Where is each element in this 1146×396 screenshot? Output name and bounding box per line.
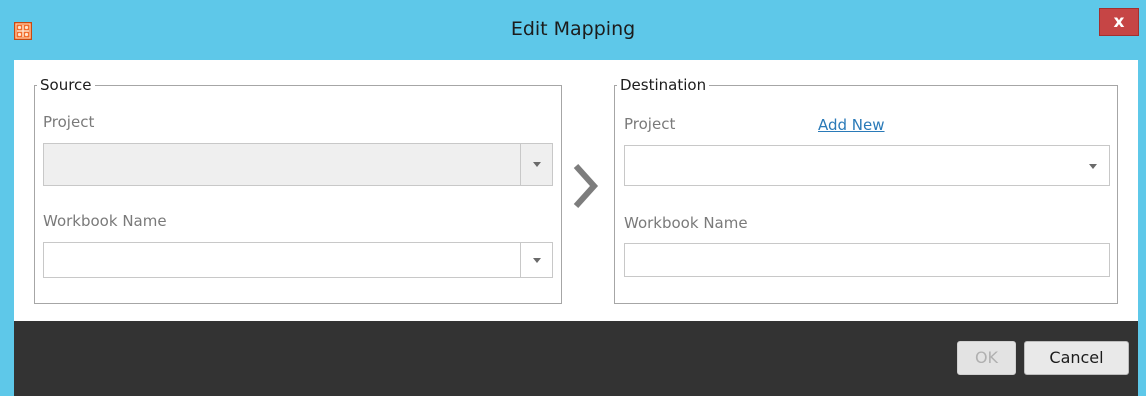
destination-project-label: Project	[624, 115, 676, 133]
chevron-down-icon	[533, 162, 541, 167]
edit-mapping-dialog: Edit Mapping x Source Project Workbook N…	[0, 0, 1146, 396]
destination-project-dropdown[interactable]	[624, 145, 1110, 186]
chevron-down-icon	[533, 258, 541, 263]
dropdown-divider	[520, 144, 521, 185]
source-workbook-label: Workbook Name	[43, 212, 167, 230]
title-bar: Edit Mapping x	[0, 0, 1146, 60]
destination-legend: Destination	[620, 76, 707, 94]
dialog-title: Edit Mapping	[510, 18, 636, 40]
dialog-content: Source Project Workbook Name Destination…	[14, 60, 1138, 321]
cancel-button[interactable]: Cancel	[1024, 341, 1129, 375]
dropdown-divider	[520, 243, 521, 277]
destination-workbook-label: Workbook Name	[624, 214, 748, 232]
source-project-label: Project	[43, 113, 95, 131]
chevron-right-icon	[570, 163, 600, 213]
source-project-dropdown[interactable]	[43, 143, 553, 186]
source-legend: Source	[40, 76, 92, 94]
destination-workbook-input[interactable]	[624, 243, 1110, 277]
dialog-footer: OK Cancel	[14, 321, 1138, 396]
source-workbook-dropdown[interactable]	[43, 242, 553, 278]
chevron-down-icon	[1089, 164, 1097, 169]
close-button[interactable]: x	[1099, 8, 1139, 36]
ok-button[interactable]: OK	[957, 341, 1016, 375]
add-new-project-link[interactable]: Add New	[818, 116, 885, 134]
